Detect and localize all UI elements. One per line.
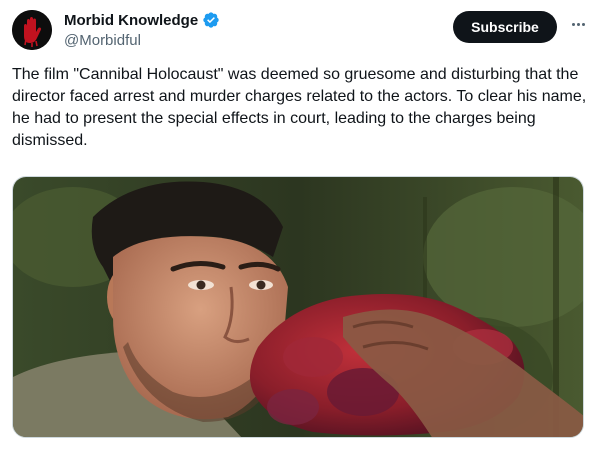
subscribe-button[interactable]: Subscribe [453, 11, 557, 43]
bloody-hand-icon [12, 10, 52, 50]
movie-still-illustration [13, 177, 583, 437]
more-dot [571, 22, 575, 26]
verified-badge-icon [203, 12, 219, 28]
author-display-name[interactable]: Morbid Knowledge [64, 12, 198, 29]
author-handle[interactable]: @Morbidful [64, 32, 220, 49]
author-block: Morbid Knowledge @Morbidful [64, 10, 220, 49]
more-options-icon[interactable] [567, 14, 589, 34]
more-dot [581, 22, 585, 26]
tweet-text: The film "Cannibal Holocaust" was deemed… [12, 66, 587, 149]
tweet-media-image[interactable] [12, 176, 584, 438]
more-dot [576, 22, 580, 26]
avatar[interactable] [12, 10, 52, 50]
